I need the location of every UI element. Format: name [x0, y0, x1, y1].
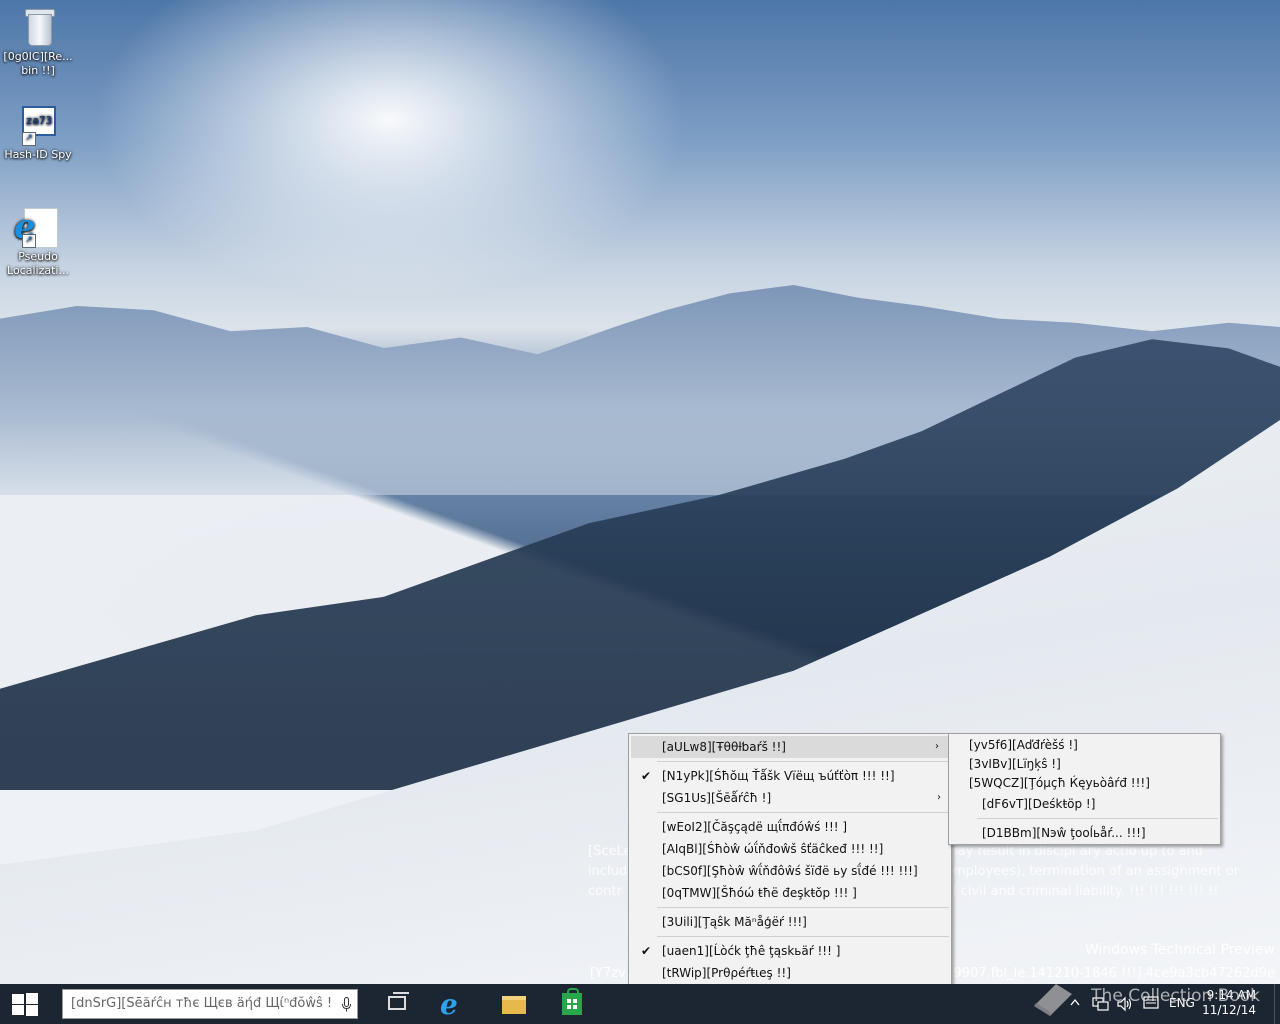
submenu-item-desktop[interactable]: [dF6vT][Deśkŧöp !] — [949, 793, 1220, 815]
internet-explorer-icon: e — [440, 988, 458, 1021]
microphone-icon[interactable] — [342, 997, 351, 1012]
menu-item-label: [3Uili][Ţąŝk Măⁿåģёŕ !!!] — [662, 915, 807, 929]
taskbar: [dnSrG][Šēăŕĉн тħє Щєв äήđ Щίⁿđŏŵŝ ! e E… — [0, 984, 1280, 1024]
edition-watermark: Windows Technical Preview — [1084, 942, 1275, 958]
menu-item-label: [bCS0f][Şħòŵ ŵΐňđôŵś šïđë ьу ѕΐđé !!! !!… — [662, 864, 918, 878]
menu-item-show-desktop[interactable]: [0qTMW][Šħόώ ŧħё đеşkŧŏp !!! ] — [629, 882, 951, 904]
menu-item-search[interactable]: [SG1Us][Šēǻŕĉħ !] › — [629, 787, 951, 809]
menu-item-show-task-view-button[interactable]: ✔ [N1yPk][Śħŏщ Ťǻšk Vïëщ ъúťťòπ !!! !!] — [629, 765, 951, 787]
recycle-bin-desktop-icon[interactable]: [0g0IC][Re... bin !!] — [0, 6, 76, 78]
book-logo-icon — [1034, 984, 1072, 1016]
menu-item-show-windows-stacked[interactable]: [AIqBl][Śħòŵ ώΐňđοŵš ŝťäĉkeđ !!! !!] — [629, 838, 951, 860]
menu-item-label: [SG1Us][Šēǻŕĉħ !] — [662, 791, 772, 805]
menu-item-toolbars[interactable]: [aULw8][Ŧθθƚƅaŕš !!] › — [631, 736, 949, 758]
collection-book-watermark: The Collection Book — [1091, 986, 1260, 1006]
submenu-item-address[interactable]: [yv5f6][Aďđŕèšś !] — [949, 736, 1220, 755]
menu-item-label: [aULw8][Ŧθθƚƅaŕš !!] — [662, 740, 786, 754]
recycle-bin-icon — [18, 6, 58, 48]
store-taskbar-button[interactable] — [548, 984, 596, 1024]
menu-item-properties[interactable]: [tRWip][Prθρéŕŧιеş !!] — [629, 962, 951, 984]
pseudo-localization-desktop-icon[interactable]: e ↗ Pseudo Localizati... — [0, 206, 76, 278]
menu-separator — [657, 812, 949, 813]
desktop-icon-label: Pseudo — [18, 250, 58, 263]
menu-item-label: [0qTMW][Šħόώ ŧħё đеşkŧŏp !!! ] — [662, 886, 857, 900]
menu-separator — [657, 907, 949, 908]
menu-item-label: [tRWip][Prθρéŕŧιеş !!] — [662, 966, 791, 980]
menu-item-label: [N1yPk][Śħŏщ Ťǻšk Vïëщ ъúťťòπ !!! !!] — [662, 769, 895, 783]
menu-item-label: [uaen1][Ĺòćk ţħê ţąskьäŕ !!! ] — [662, 944, 841, 958]
task-view-button[interactable] — [374, 984, 422, 1024]
taskbar-context-menu: [aULw8][Ŧθθƚƅaŕš !!] › ✔ [N1yPk][Śħŏщ Ťǻ… — [628, 733, 952, 990]
shortcut-arrow-icon: ↗ — [22, 234, 36, 248]
submenu-item-links[interactable]: [3vIBv][Lïŋķŝ !] — [949, 755, 1220, 774]
hash-id-spy-desktop-icon[interactable]: za73 ↗ Hash-ID Spy — [0, 104, 76, 162]
show-desktop-button[interactable] — [1274, 984, 1280, 1024]
submenu-item-touch-keyboard[interactable]: [5WQCZ][Ţόμçħ Ќęуьòâŕđ !!!] — [949, 774, 1220, 793]
menu-separator — [657, 936, 949, 937]
internet-explorer-icon: e ↗ — [14, 206, 58, 248]
chevron-right-icon: › — [935, 741, 939, 752]
checkmark-icon: ✔ — [641, 769, 652, 783]
search-box[interactable]: [dnSrG][Šēăŕĉн тħє Щєв äήđ Щίⁿđŏŵŝ ! — [62, 989, 358, 1019]
start-button[interactable] — [0, 984, 50, 1024]
submenu-item-new-toolbar[interactable]: [D1BBm][Nэŵ ţooĺьåŕ... !!!] — [949, 822, 1220, 844]
build-watermark-left: [Y7zv — [590, 966, 626, 981]
folder-icon — [502, 996, 526, 1014]
menu-item-lock-taskbar[interactable]: ✔ [uaen1][Ĺòćk ţħê ţąskьäŕ !!! ] — [629, 940, 951, 962]
menu-separator — [657, 761, 949, 762]
menu-item-task-manager[interactable]: [3Uili][Ţąŝk Măⁿåģёŕ !!!] — [629, 911, 951, 933]
toolbars-submenu: [yv5f6][Aďđŕèšś !] [3vIBv][Lïŋķŝ !] [5WQ… — [948, 733, 1221, 845]
desktop-icon-label: Localizati... — [7, 264, 69, 277]
menu-item-label: [AIqBl][Śħòŵ ώΐňđοŵš ŝťäĉkeđ !!! !!] — [662, 842, 884, 856]
menu-item-cascade-windows[interactable]: [wEoI2][Čăşçądë щΐπđόŵś !!! ] — [629, 816, 951, 838]
windows-logo-icon — [12, 993, 38, 1016]
menu-item-show-windows-side-by-side[interactable]: [bCS0f][Şħòŵ ŵΐňđôŵś šïđë ьу ѕΐđé !!! !!… — [629, 860, 951, 882]
menu-item-label: [wEoI2][Čăşçądë щΐπđόŵś !!! ] — [662, 820, 848, 834]
store-icon — [562, 988, 582, 1015]
hash-id-spy-icon: za73 ↗ — [18, 104, 58, 146]
chevron-right-icon: › — [937, 792, 941, 803]
file-explorer-taskbar-button[interactable] — [490, 984, 538, 1024]
desktop-icon-label: Hash-ID Spy — [4, 148, 72, 161]
task-view-icon — [388, 992, 409, 1010]
menu-separator — [977, 818, 1218, 819]
search-input[interactable]: [dnSrG][Šēăŕĉн тħє Щєв äήđ Щίⁿđŏŵŝ ! — [71, 996, 333, 1011]
desktop-icon-label: [0g0IC][Re... — [3, 50, 73, 63]
build-watermark: 9907.fbl_ie.141210-1846 !!!].4ce9a3cb472… — [953, 966, 1275, 981]
internet-explorer-taskbar-button[interactable]: e — [432, 984, 480, 1024]
checkmark-icon: ✔ — [641, 944, 652, 958]
desktop-icon-label: bin !!] — [21, 64, 55, 77]
shortcut-arrow-icon: ↗ — [22, 132, 36, 146]
